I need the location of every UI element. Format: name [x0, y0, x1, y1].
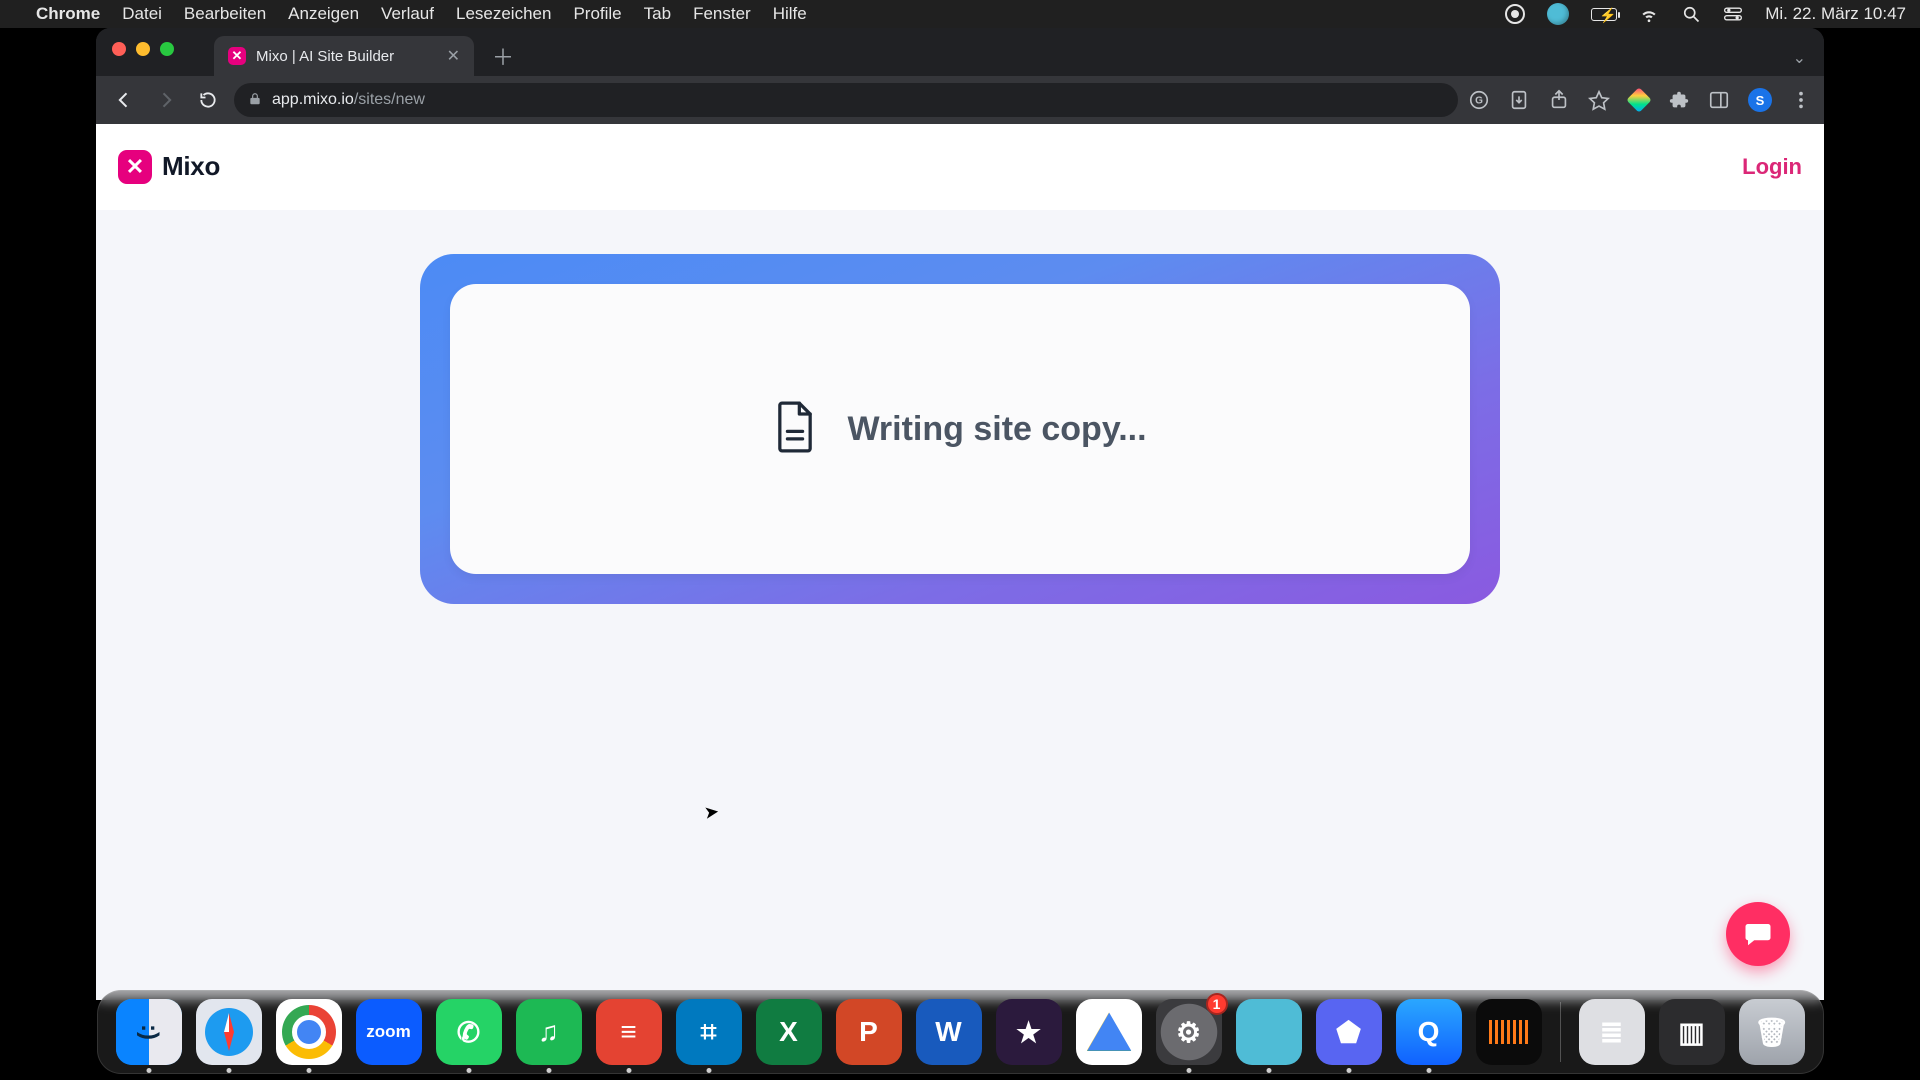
- menu-lesezeichen[interactable]: Lesezeichen: [456, 4, 551, 24]
- battery-icon[interactable]: ⚡: [1591, 8, 1617, 21]
- content-area: Writing site copy... ➤: [96, 210, 1824, 1000]
- browser-tab[interactable]: ✕ Mixo | AI Site Builder ✕: [214, 36, 474, 76]
- mouse-cursor-icon: ➤: [703, 801, 721, 824]
- dock-app-powerpoint[interactable]: P: [836, 999, 902, 1065]
- address-url: app.mixo.io/sites/new: [272, 91, 425, 109]
- nav-back-button[interactable]: [108, 84, 140, 116]
- window-minimize-button[interactable]: [136, 42, 150, 56]
- chat-fab-button[interactable]: [1726, 902, 1790, 966]
- search-icon[interactable]: [1681, 4, 1701, 24]
- document-icon: [773, 401, 817, 458]
- brand-name: Mixo: [162, 151, 220, 182]
- install-app-icon[interactable]: [1508, 89, 1530, 111]
- brand-logo-icon: ✕: [118, 150, 152, 184]
- menu-bearbeiten[interactable]: Bearbeiten: [184, 4, 266, 24]
- window-traffic-lights: [112, 42, 174, 56]
- extensions-puzzle-icon[interactable]: [1668, 89, 1690, 111]
- dock-container: zoom ✆ ♫ ≡ ⌗ X P W ★ ⚙1 ⬟ Q ≣ ▥ 🗑: [0, 990, 1920, 1074]
- menu-datei[interactable]: Datei: [122, 4, 162, 24]
- tab-list-chevron-icon[interactable]: ⌄: [1793, 48, 1806, 68]
- extension-diamond-icon[interactable]: [1628, 89, 1650, 111]
- menu-tab[interactable]: Tab: [644, 4, 671, 24]
- tab-favicon-icon: ✕: [228, 47, 246, 65]
- lock-icon: [248, 92, 262, 109]
- address-bar[interactable]: app.mixo.io/sites/new: [234, 83, 1458, 117]
- profile-avatar[interactable]: S: [1748, 88, 1772, 112]
- dock-app-circle[interactable]: [1236, 999, 1302, 1065]
- macos-dock: zoom ✆ ♫ ≡ ⌗ X P W ★ ⚙1 ⬟ Q ≣ ▥ 🗑: [97, 990, 1824, 1074]
- menubar-app-name[interactable]: Chrome: [36, 4, 100, 24]
- menu-anzeigen[interactable]: Anzeigen: [288, 4, 359, 24]
- dock-app-trello[interactable]: ⌗: [676, 999, 742, 1065]
- dock-app-spotify[interactable]: ♫: [516, 999, 582, 1065]
- window-close-button[interactable]: [112, 42, 126, 56]
- tab-close-icon[interactable]: ✕: [447, 46, 460, 66]
- loading-card-inner: Writing site copy...: [450, 284, 1470, 574]
- dock-app-whatsapp[interactable]: ✆: [436, 999, 502, 1065]
- nav-reload-button[interactable]: [192, 84, 224, 116]
- nav-forward-button[interactable]: [150, 84, 182, 116]
- loading-card: Writing site copy...: [420, 254, 1500, 604]
- status-circle-icon[interactable]: [1547, 3, 1569, 25]
- waveform-icon: [1489, 1020, 1529, 1044]
- wifi-icon[interactable]: [1639, 4, 1659, 24]
- page-viewport: ✕ Mixo Login Writing site copy...: [96, 124, 1824, 1000]
- menu-verlauf[interactable]: Verlauf: [381, 4, 434, 24]
- dock-app-zoom[interactable]: zoom: [356, 999, 422, 1065]
- chat-bubble-icon: [1743, 919, 1773, 949]
- macos-menubar: Chrome Datei Bearbeiten Anzeigen Verlauf…: [0, 0, 1920, 28]
- google-lens-icon[interactable]: G: [1468, 89, 1490, 111]
- settings-badge: 1: [1206, 993, 1228, 1015]
- dock-app-word[interactable]: W: [916, 999, 982, 1065]
- bookmark-star-icon[interactable]: [1588, 89, 1610, 111]
- screen-gutter-right: [1824, 28, 1920, 1080]
- svg-text:G: G: [1475, 96, 1483, 107]
- screen-record-icon[interactable]: [1505, 4, 1525, 24]
- window-zoom-button[interactable]: [160, 42, 174, 56]
- side-panel-icon[interactable]: [1708, 89, 1730, 111]
- dock-trash[interactable]: 🗑: [1739, 999, 1805, 1065]
- chrome-menu-icon[interactable]: [1790, 89, 1812, 111]
- dock-app-chrome[interactable]: [276, 999, 342, 1065]
- gear-icon: ⚙: [1176, 1016, 1201, 1049]
- dock-app-excel[interactable]: X: [756, 999, 822, 1065]
- dock-app-todoist[interactable]: ≡: [596, 999, 662, 1065]
- brand[interactable]: ✕ Mixo: [118, 150, 220, 184]
- address-host: app.mixo.io: [272, 91, 354, 108]
- menu-hilfe[interactable]: Hilfe: [773, 4, 807, 24]
- menubar-clock[interactable]: Mi. 22. März 10:47: [1765, 4, 1906, 24]
- dock-app-finder[interactable]: [116, 999, 182, 1065]
- dock-app-quicktime[interactable]: Q: [1396, 999, 1462, 1065]
- dock-app-drive[interactable]: [1076, 999, 1142, 1065]
- chrome-tabstrip: ✕ Mixo | AI Site Builder ✕ ＋ ⌄: [96, 28, 1824, 76]
- chrome-window: ✕ Mixo | AI Site Builder ✕ ＋ ⌄ app.mixo.…: [96, 28, 1824, 1000]
- menu-fenster[interactable]: Fenster: [693, 4, 751, 24]
- new-tab-button[interactable]: ＋: [488, 41, 518, 71]
- login-link[interactable]: Login: [1742, 154, 1802, 180]
- tab-title: Mixo | AI Site Builder: [256, 48, 394, 65]
- address-path: /sites/new: [354, 91, 425, 108]
- menubar-left: Chrome Datei Bearbeiten Anzeigen Verlauf…: [14, 4, 807, 24]
- dock-separator: [1560, 1002, 1561, 1062]
- menubar-right: ⚡ Mi. 22. März 10:47: [1505, 3, 1906, 25]
- dock-app-imovie[interactable]: ★: [996, 999, 1062, 1065]
- dock-stack[interactable]: ▥: [1659, 999, 1725, 1065]
- menu-profile[interactable]: Profile: [573, 4, 621, 24]
- site-header: ✕ Mixo Login: [96, 124, 1824, 210]
- dock-app-discord[interactable]: ⬟: [1316, 999, 1382, 1065]
- dock-app-drawer[interactable]: ≣: [1579, 999, 1645, 1065]
- share-icon[interactable]: [1548, 89, 1570, 111]
- control-center-icon[interactable]: [1723, 4, 1743, 24]
- dock-app-settings[interactable]: ⚙1: [1156, 999, 1222, 1065]
- chrome-toolbar: app.mixo.io/sites/new G S: [96, 76, 1824, 124]
- screen-gutter-left: [0, 28, 96, 1080]
- loading-status-text: Writing site copy...: [847, 410, 1146, 449]
- dock-app-voice-memos[interactable]: [1476, 999, 1542, 1065]
- dock-app-safari[interactable]: [196, 999, 262, 1065]
- toolbar-actions: G S: [1468, 88, 1812, 112]
